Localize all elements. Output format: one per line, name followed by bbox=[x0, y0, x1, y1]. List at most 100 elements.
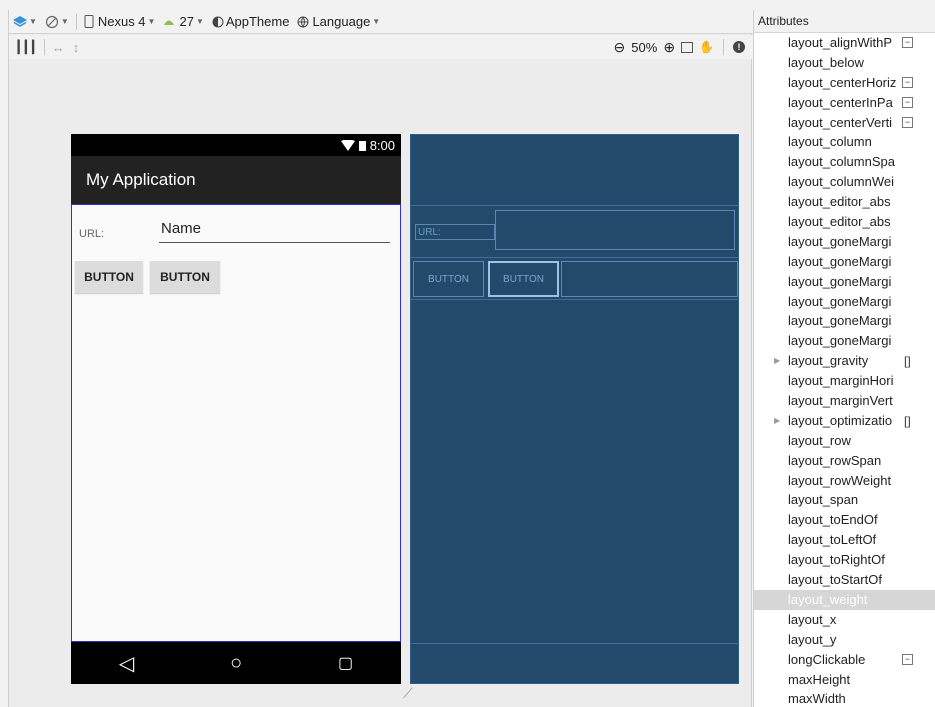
layout-editor-window: ▼ ▼ Nexus 4 ▼ 27 ▼ AppTheme Language ▼ ┃… bbox=[0, 0, 935, 707]
attribute-name: layout_toStartOf bbox=[788, 572, 882, 588]
attribute-name: layout_columnWei bbox=[788, 174, 894, 190]
attribute-name: layout_goneMargi bbox=[788, 253, 892, 269]
chevron-down-icon: ▼ bbox=[372, 17, 381, 26]
attribute-name: layout_y bbox=[788, 631, 837, 647]
button-2[interactable]: BUTTON bbox=[150, 261, 220, 293]
flag-editor-icon[interactable]: − bbox=[902, 653, 913, 665]
attributes-list: layout_alignWithP − layout_below layout_cen… bbox=[754, 33, 935, 707]
expand-arrow-icon[interactable]: ▶ bbox=[774, 411, 780, 431]
url-label[interactable]: URL: bbox=[79, 228, 104, 240]
zoom-out-icon[interactable]: ⊖ bbox=[614, 39, 626, 56]
language-dropdown[interactable]: Language ▼ bbox=[293, 10, 384, 34]
button-1[interactable]: BUTTON bbox=[75, 261, 143, 293]
blueprint-preview[interactable]: URL: BUTTON BUTTON bbox=[410, 134, 739, 684]
attribute-name: layout_gravity bbox=[788, 353, 869, 369]
resize-handle-icon[interactable]: ⟋ bbox=[403, 685, 413, 702]
status-bar: 8:00 bbox=[71, 134, 401, 156]
attribute-row[interactable]: layout_rowWeight bbox=[754, 471, 935, 491]
attribute-row[interactable]: layout_centerInPa − bbox=[754, 93, 935, 113]
rotate-icon bbox=[45, 15, 59, 28]
attribute-row[interactable]: layout_span bbox=[754, 490, 935, 510]
attribute-row[interactable]: layout_column bbox=[754, 132, 935, 152]
attribute-row[interactable]: layout_columnWei bbox=[754, 172, 935, 192]
blueprint-url-text: URL: bbox=[418, 227, 441, 238]
attribute-row[interactable]: layout_marginHori bbox=[754, 371, 935, 391]
recents-icon: ▢ bbox=[337, 655, 354, 672]
attribute-row[interactable]: maxHeight bbox=[754, 670, 935, 690]
attribute-row[interactable]: layout_row bbox=[754, 431, 935, 451]
flag-editor-icon[interactable]: − bbox=[902, 116, 913, 128]
attribute-row[interactable]: layout_x bbox=[754, 610, 935, 630]
attribute-row[interactable]: layout_editor_abs bbox=[754, 192, 935, 212]
attribute-row[interactable]: layout_toEndOf bbox=[754, 510, 935, 530]
attribute-name: layout_x bbox=[788, 611, 837, 627]
flag-editor-icon[interactable]: − bbox=[902, 37, 913, 48]
attribute-name: layout_centerHoriz bbox=[788, 74, 897, 90]
attribute-name: layout_columnSpa bbox=[788, 154, 895, 170]
blueprint-button-1[interactable]: BUTTON bbox=[413, 261, 484, 297]
attribute-name: layout_goneMargi bbox=[788, 313, 892, 329]
blueprint-name-edittext[interactable] bbox=[495, 210, 735, 250]
attribute-row[interactable]: layout_goneMargi bbox=[754, 272, 935, 292]
flag-editor-icon[interactable]: − bbox=[902, 76, 913, 88]
attribute-row[interactable]: longClickable − bbox=[754, 650, 935, 670]
zoom-in-icon[interactable]: ⊕ bbox=[663, 39, 675, 56]
attribute-row[interactable]: layout_goneMargi bbox=[754, 331, 935, 351]
attribute-name: layout_goneMargi bbox=[788, 273, 892, 289]
device-icon bbox=[84, 15, 94, 28]
attribute-row[interactable]: ▶ layout_optimizatio [] bbox=[754, 411, 935, 431]
api-level-dropdown[interactable]: 27 ▼ bbox=[159, 10, 207, 34]
blueprint-url-label[interactable]: URL: bbox=[415, 224, 495, 240]
attribute-row[interactable]: layout_goneMargi bbox=[754, 311, 935, 331]
vertical-resize-icon[interactable]: ↕ bbox=[69, 40, 84, 55]
chevron-down-icon: ▼ bbox=[29, 17, 37, 26]
attribute-row[interactable]: layout_centerVerti − bbox=[754, 113, 935, 133]
blueprint-button-2[interactable]: BUTTON bbox=[488, 261, 559, 297]
chevron-down-icon: ▼ bbox=[147, 17, 156, 26]
attribute-row[interactable]: layout_goneMargi bbox=[754, 252, 935, 272]
device-dropdown[interactable]: Nexus 4 ▼ bbox=[80, 10, 160, 34]
toolbar-divider bbox=[723, 39, 724, 55]
attribute-name: maxHeight bbox=[788, 671, 851, 687]
name-edittext[interactable]: Name bbox=[159, 218, 390, 243]
attribute-name: layout_rowWeight bbox=[788, 472, 892, 488]
expand-arrow-icon[interactable]: ▶ bbox=[774, 351, 780, 371]
attribute-row[interactable]: layout_marginVert bbox=[754, 391, 935, 411]
attribute-row[interactable]: layout_toRightOf bbox=[754, 550, 935, 570]
attribute-row[interactable]: layout_below bbox=[754, 53, 935, 73]
attribute-row[interactable]: layout_goneMargi bbox=[754, 232, 935, 252]
warning-icon[interactable]: ! bbox=[733, 41, 745, 53]
battery-icon bbox=[358, 140, 366, 151]
blueprint-divider bbox=[411, 299, 738, 300]
attribute-row[interactable]: layout_toStartOf bbox=[754, 570, 935, 590]
flag-editor-icon[interactable]: − bbox=[902, 96, 913, 108]
attribute-row[interactable]: layout_toLeftOf bbox=[754, 530, 935, 550]
attribute-name: layout_rowSpan bbox=[788, 452, 882, 468]
attribute-row[interactable]: layout_editor_abs bbox=[754, 212, 935, 232]
pan-hand-icon[interactable]: ✋ bbox=[699, 40, 714, 54]
orientation-dropdown[interactable]: ▼ bbox=[41, 10, 73, 34]
attribute-row[interactable]: layout_goneMargi bbox=[754, 292, 935, 312]
globe-icon bbox=[297, 16, 309, 28]
attribute-row[interactable]: layout_y bbox=[754, 630, 935, 650]
attribute-row[interactable]: ▶ layout_gravity [] bbox=[754, 351, 935, 371]
chevron-down-icon: ▼ bbox=[195, 17, 204, 26]
empty-value-icon[interactable]: [] bbox=[904, 351, 911, 371]
horizontal-resize-icon[interactable]: ↔ bbox=[48, 40, 69, 55]
attribute-row[interactable]: layout_rowSpan bbox=[754, 451, 935, 471]
columns-icon[interactable]: ┃┃┃ bbox=[11, 40, 41, 54]
design-surface-dropdown[interactable]: ▼ bbox=[9, 10, 41, 34]
attribute-row[interactable]: maxWidth bbox=[754, 689, 935, 707]
attribute-row[interactable]: layout_weight bbox=[754, 589, 935, 610]
design-preview[interactable]: 8:00 My Application URL: Name BUTTON BUT… bbox=[71, 134, 401, 684]
back-icon: ◁ bbox=[118, 652, 135, 675]
zoom-fit-icon[interactable] bbox=[681, 41, 694, 53]
theme-dropdown[interactable]: AppTheme bbox=[208, 10, 294, 34]
attribute-name: layout_editor_abs bbox=[788, 194, 891, 210]
attribute-row[interactable]: layout_centerHoriz − bbox=[754, 73, 935, 93]
attribute-name: layout_marginVert bbox=[788, 393, 893, 409]
empty-value-icon[interactable]: [] bbox=[904, 411, 911, 431]
attribute-row[interactable]: layout_columnSpa bbox=[754, 152, 935, 172]
attribute-row[interactable]: layout_alignWithP − bbox=[754, 33, 935, 53]
layout-content[interactable]: URL: Name BUTTON BUTTON bbox=[71, 204, 401, 642]
